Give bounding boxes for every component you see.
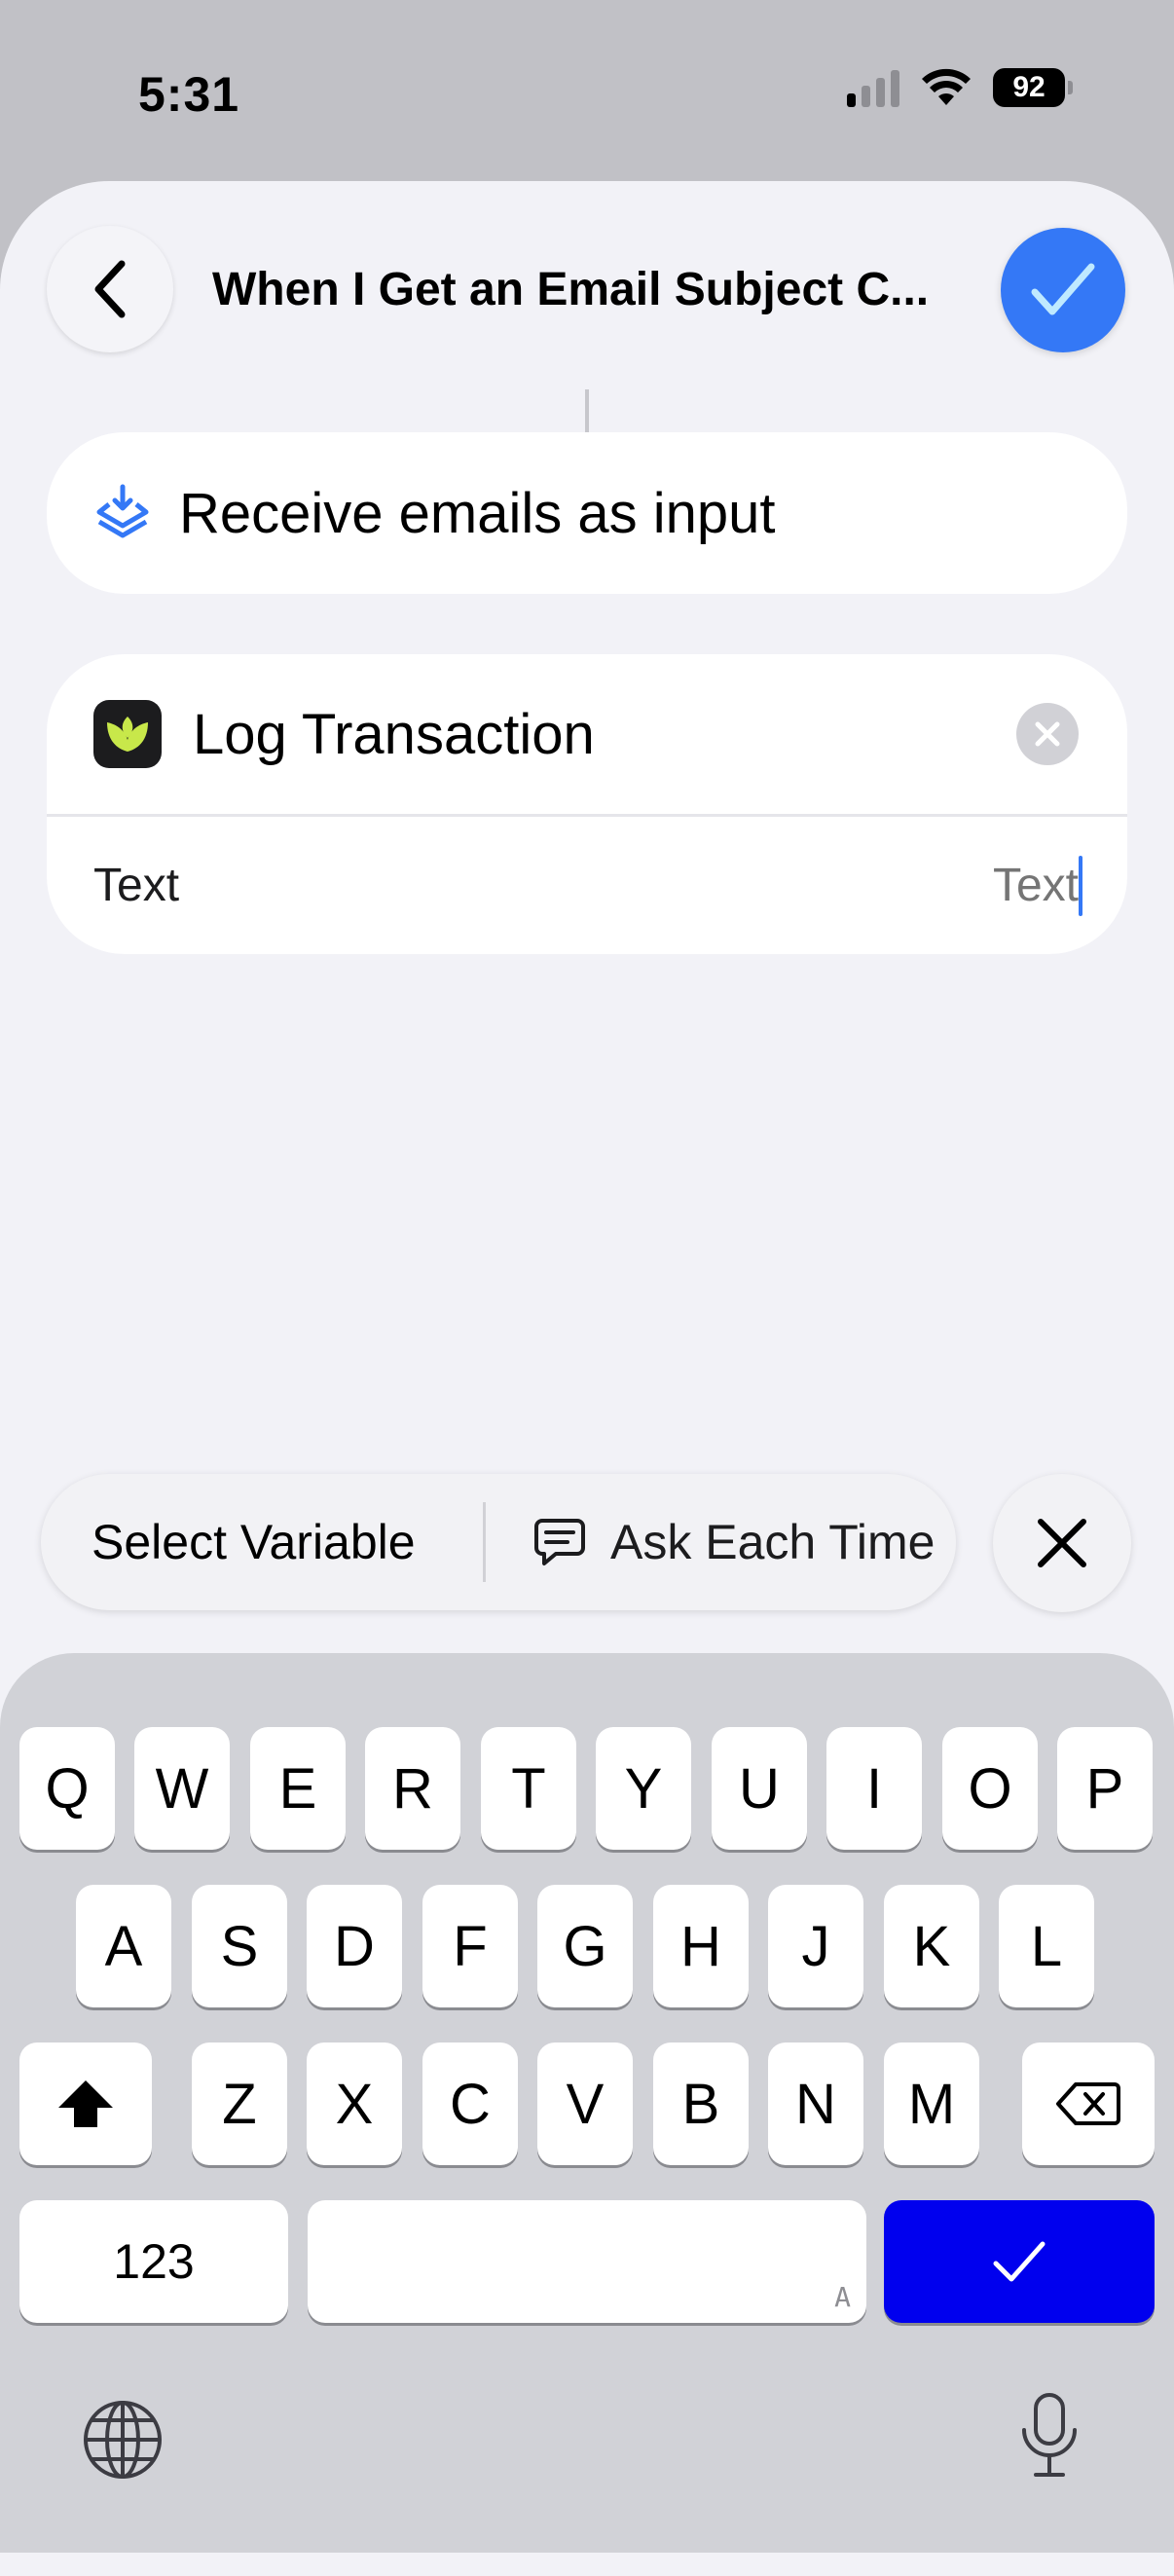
checkmark-icon (993, 2241, 1046, 2282)
status-time: 5:31 (138, 67, 240, 122)
close-icon (1035, 721, 1060, 747)
key-i[interactable]: I (826, 1727, 922, 1850)
cellular-signal-icon (847, 68, 899, 107)
key-a[interactable]: A (76, 1885, 171, 2007)
shift-icon (58, 2080, 113, 2127)
ask-each-time-label: Ask Each Time (610, 1515, 936, 1569)
speech-bubble-icon (534, 1519, 585, 1565)
shortcut-title: When I Get an Email Subject C... (212, 264, 930, 315)
key-u[interactable]: U (712, 1727, 807, 1850)
status-icons: 92 (847, 68, 1073, 107)
flow-connector (585, 389, 589, 434)
shift-key[interactable] (19, 2042, 152, 2165)
keyboard: Q W E R T Y U I O P A S D F G H J K L Z … (0, 1653, 1174, 2553)
dismiss-variable-bar-button[interactable] (993, 1474, 1131, 1612)
leaf-logo-icon (107, 717, 148, 752)
back-button[interactable] (47, 226, 173, 352)
key-q[interactable]: Q (19, 1727, 115, 1850)
done-button[interactable] (1001, 228, 1125, 352)
key-l[interactable]: L (999, 1885, 1094, 2007)
input-tray-icon (96, 484, 149, 538)
checkmark-icon (1031, 263, 1095, 315)
key-z[interactable]: Z (192, 2042, 287, 2165)
wifi-icon (922, 68, 971, 105)
key-f[interactable]: F (422, 1885, 518, 2007)
key-c[interactable]: C (422, 2042, 518, 2165)
key-x[interactable]: X (307, 2042, 402, 2165)
battery-icon: 92 (993, 68, 1073, 107)
receive-input-label: Receive emails as input (179, 481, 776, 545)
space-key[interactable]: A (308, 2200, 866, 2323)
delete-key[interactable] (1022, 2042, 1155, 2165)
key-s[interactable]: S (192, 1885, 287, 2007)
key-m[interactable]: M (884, 2042, 979, 2165)
app-icon (93, 700, 162, 768)
key-e[interactable]: E (250, 1727, 346, 1850)
battery-level: 92 (993, 68, 1065, 107)
key-o[interactable]: O (942, 1727, 1038, 1850)
text-parameter-input[interactable] (785, 858, 1081, 913)
chevron-left-icon (94, 260, 126, 318)
key-n[interactable]: N (768, 2042, 863, 2165)
key-w[interactable]: W (134, 1727, 230, 1850)
action-title: Log Transaction (193, 702, 595, 766)
key-r[interactable]: R (365, 1727, 460, 1850)
key-v[interactable]: V (537, 2042, 633, 2165)
numbers-key[interactable]: 123 (19, 2200, 288, 2323)
key-b[interactable]: B (653, 2042, 749, 2165)
microphone-icon[interactable] (1018, 2391, 1081, 2479)
variable-bar: Select Variable Ask Each Time (41, 1474, 956, 1610)
receive-input-card[interactable]: Receive emails as input (47, 432, 1127, 594)
key-d[interactable]: D (307, 1885, 402, 2007)
key-p[interactable]: P (1057, 1727, 1153, 1850)
return-key[interactable] (884, 2200, 1155, 2323)
close-icon (1038, 1519, 1086, 1567)
text-cursor (1079, 856, 1082, 916)
action-header: Log Transaction (47, 654, 1127, 814)
text-parameter-label: Text (93, 860, 180, 911)
remove-action-button[interactable] (1016, 703, 1079, 765)
log-transaction-card: Log Transaction Text (47, 654, 1127, 954)
key-g[interactable]: G (537, 1885, 633, 2007)
key-h[interactable]: H (653, 1885, 749, 2007)
text-parameter-row: Text (47, 817, 1127, 954)
globe-icon[interactable] (82, 2399, 164, 2481)
key-j[interactable]: J (768, 1885, 863, 2007)
space-key-hint: A (834, 2281, 851, 2313)
select-variable-button[interactable]: Select Variable (41, 1514, 483, 1570)
key-y[interactable]: Y (596, 1727, 691, 1850)
ask-each-time-button[interactable]: Ask Each Time (486, 1514, 935, 1570)
delete-backspace-icon (1056, 2082, 1120, 2125)
key-k[interactable]: K (884, 1885, 979, 2007)
key-t[interactable]: T (481, 1727, 576, 1850)
